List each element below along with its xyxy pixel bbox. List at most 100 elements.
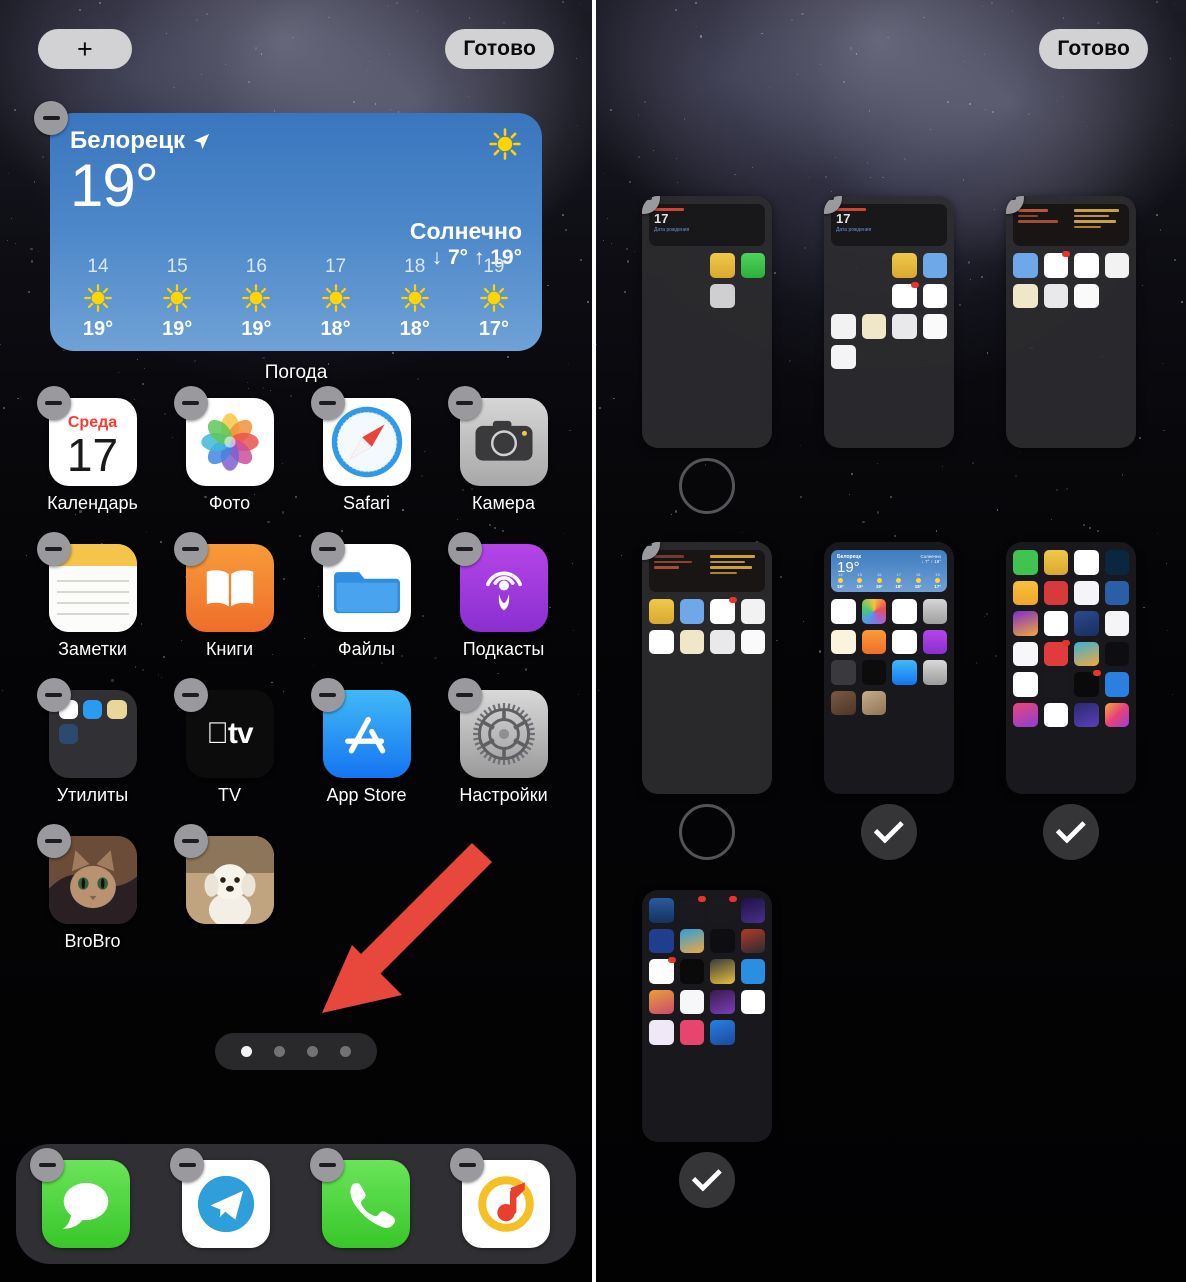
thumb-forecast-day: 15 19° bbox=[856, 572, 864, 589]
remove-app-button[interactable] bbox=[173, 824, 208, 858]
dock-item-yandex-music[interactable] bbox=[450, 1148, 550, 1248]
app-icon-заметки[interactable]: Заметки bbox=[24, 532, 161, 660]
app-thumb-icon bbox=[892, 660, 917, 685]
remove-app-button[interactable] bbox=[173, 386, 208, 420]
page-checkbox-1[interactable] bbox=[679, 458, 735, 514]
page-preview[interactable]: 17 Дата рождения bbox=[642, 196, 772, 448]
dock-item-messages[interactable] bbox=[30, 1148, 130, 1248]
app-icon-holder[interactable] bbox=[173, 532, 274, 632]
remove-app-button[interactable] bbox=[36, 824, 71, 858]
app-thumb-icon bbox=[740, 599, 765, 624]
app-icon-подкасты[interactable]: Подкасты bbox=[435, 532, 572, 660]
page-thumbnail-6[interactable] bbox=[1006, 542, 1136, 860]
app-thumb-icon bbox=[1043, 611, 1068, 636]
app-thumb-icon bbox=[1104, 702, 1129, 727]
app-thumb-icon bbox=[922, 283, 947, 308]
weather-widget-container[interactable]: Белорецк 19° Солнечно ↓ 7° ↑ 19° 14 19° … bbox=[34, 101, 542, 384]
remove-widget-button[interactable] bbox=[34, 101, 68, 135]
remove-app-button[interactable] bbox=[310, 532, 345, 566]
app-icon-holder[interactable] bbox=[310, 532, 411, 632]
app-icon-holder[interactable] bbox=[447, 532, 548, 632]
app-icon-календарь[interactable]: Среда 17 Календарь bbox=[24, 386, 161, 514]
remove-app-button[interactable] bbox=[30, 1148, 64, 1182]
done-button[interactable]: Готово bbox=[1039, 29, 1148, 69]
page-preview[interactable] bbox=[1006, 542, 1136, 794]
page-dot[interactable] bbox=[274, 1046, 285, 1057]
app-icon-holder[interactable] bbox=[36, 532, 137, 632]
remove-app-button[interactable] bbox=[173, 678, 208, 712]
app-thumb-icon bbox=[1104, 253, 1129, 278]
page-preview[interactable] bbox=[642, 542, 772, 794]
page-preview[interactable] bbox=[642, 890, 772, 1142]
page-checkbox-5[interactable] bbox=[861, 804, 917, 860]
app-thumb-icon bbox=[1074, 580, 1099, 605]
done-button[interactable]: Готово bbox=[445, 29, 554, 69]
page-thumbnail-1[interactable]: 17 Дата рождения bbox=[642, 196, 772, 514]
remove-app-button[interactable] bbox=[447, 386, 482, 420]
app-icon-камера[interactable]: Камера bbox=[435, 386, 572, 514]
app-icon-app store[interactable]: App Store bbox=[298, 678, 435, 806]
app-icon-safari[interactable]: Safari bbox=[298, 386, 435, 514]
remove-app-button[interactable] bbox=[36, 532, 71, 566]
page-preview[interactable]: Белорецк 19° Солнечно ↓ 7° ↑ 19° 14 19° … bbox=[824, 542, 954, 794]
page-preview[interactable] bbox=[1006, 196, 1136, 448]
app-label: Подкасты bbox=[462, 639, 545, 659]
app-thumb-icon bbox=[1074, 550, 1099, 575]
remove-app-button[interactable] bbox=[36, 386, 71, 420]
page-dot[interactable] bbox=[307, 1046, 318, 1057]
remove-app-button[interactable] bbox=[170, 1148, 204, 1182]
add-widget-button[interactable]: + bbox=[38, 29, 132, 69]
app-icon-holder[interactable]: tv bbox=[173, 678, 274, 778]
app-icon-утилиты[interactable]: Утилиты bbox=[24, 678, 161, 806]
sun-icon bbox=[242, 284, 271, 312]
thumb-forecast-day: 18 18° bbox=[914, 572, 922, 589]
app-icon-brobro[interactable]: BroBro bbox=[24, 824, 161, 952]
notes-widget-thumb bbox=[649, 550, 765, 592]
remove-app-button[interactable] bbox=[310, 1148, 344, 1182]
app-icon-holder[interactable] bbox=[447, 678, 548, 778]
app-thumb-icon bbox=[1043, 702, 1068, 727]
app-icon-photo-13[interactable] bbox=[161, 824, 298, 952]
app-icon-holder[interactable] bbox=[36, 824, 137, 924]
app-icon-holder[interactable] bbox=[173, 386, 274, 486]
app-icon-holder[interactable] bbox=[173, 824, 274, 924]
page-thumbnail-4[interactable] bbox=[642, 542, 772, 860]
app-icon-книги[interactable]: Книги bbox=[161, 532, 298, 660]
dock-item-phone[interactable] bbox=[310, 1148, 410, 1248]
page-thumbnail-2[interactable]: 17 Дата рождения bbox=[824, 196, 954, 448]
remove-app-button[interactable] bbox=[310, 678, 345, 712]
thumb-forecast-day: 14 19° bbox=[837, 572, 844, 589]
page-checkbox-4[interactable] bbox=[679, 804, 735, 860]
app-icon-настройки[interactable]: Настройки bbox=[435, 678, 572, 806]
app-icon-фото[interactable]: Фото bbox=[161, 386, 298, 514]
page-checkbox-7[interactable] bbox=[679, 1152, 735, 1208]
remove-app-button[interactable] bbox=[36, 678, 71, 712]
page-thumbnail-5[interactable]: Белорецк 19° Солнечно ↓ 7° ↑ 19° 14 19° … bbox=[824, 542, 954, 860]
app-icon-holder[interactable] bbox=[447, 386, 548, 486]
page-preview[interactable]: 17 Дата рождения bbox=[824, 196, 954, 448]
page-thumbnail-3[interactable] bbox=[1006, 196, 1136, 448]
page-thumbnail-7[interactable] bbox=[642, 890, 772, 1208]
remove-app-button[interactable] bbox=[447, 678, 482, 712]
remove-app-button[interactable] bbox=[450, 1148, 484, 1182]
app-icon-tv[interactable]: tv TV bbox=[161, 678, 298, 806]
remove-app-button[interactable] bbox=[310, 386, 345, 420]
widget-app-label: Погода bbox=[264, 362, 328, 383]
app-label: Фото bbox=[208, 493, 251, 513]
app-label: BroBro bbox=[64, 931, 121, 951]
app-icon-holder[interactable] bbox=[310, 386, 411, 486]
dock-item-telegram[interactable] bbox=[170, 1148, 270, 1248]
page-checkbox-6[interactable] bbox=[1043, 804, 1099, 860]
app-icon-holder[interactable] bbox=[36, 678, 137, 778]
app-icon-holder[interactable] bbox=[310, 678, 411, 778]
page-dot[interactable] bbox=[241, 1046, 252, 1057]
app-thumb-icon bbox=[1074, 253, 1099, 278]
page-dots[interactable] bbox=[215, 1033, 377, 1070]
app-icon-holder[interactable]: Среда 17 bbox=[36, 386, 137, 486]
remove-app-button[interactable] bbox=[173, 532, 208, 566]
app-icon-файлы[interactable]: Файлы bbox=[298, 532, 435, 660]
app-thumb-icon bbox=[1104, 580, 1129, 605]
page-dot[interactable] bbox=[340, 1046, 351, 1057]
weather-widget[interactable]: Белорецк 19° Солнечно ↓ 7° ↑ 19° 14 19° … bbox=[50, 113, 542, 351]
remove-app-button[interactable] bbox=[447, 532, 482, 566]
